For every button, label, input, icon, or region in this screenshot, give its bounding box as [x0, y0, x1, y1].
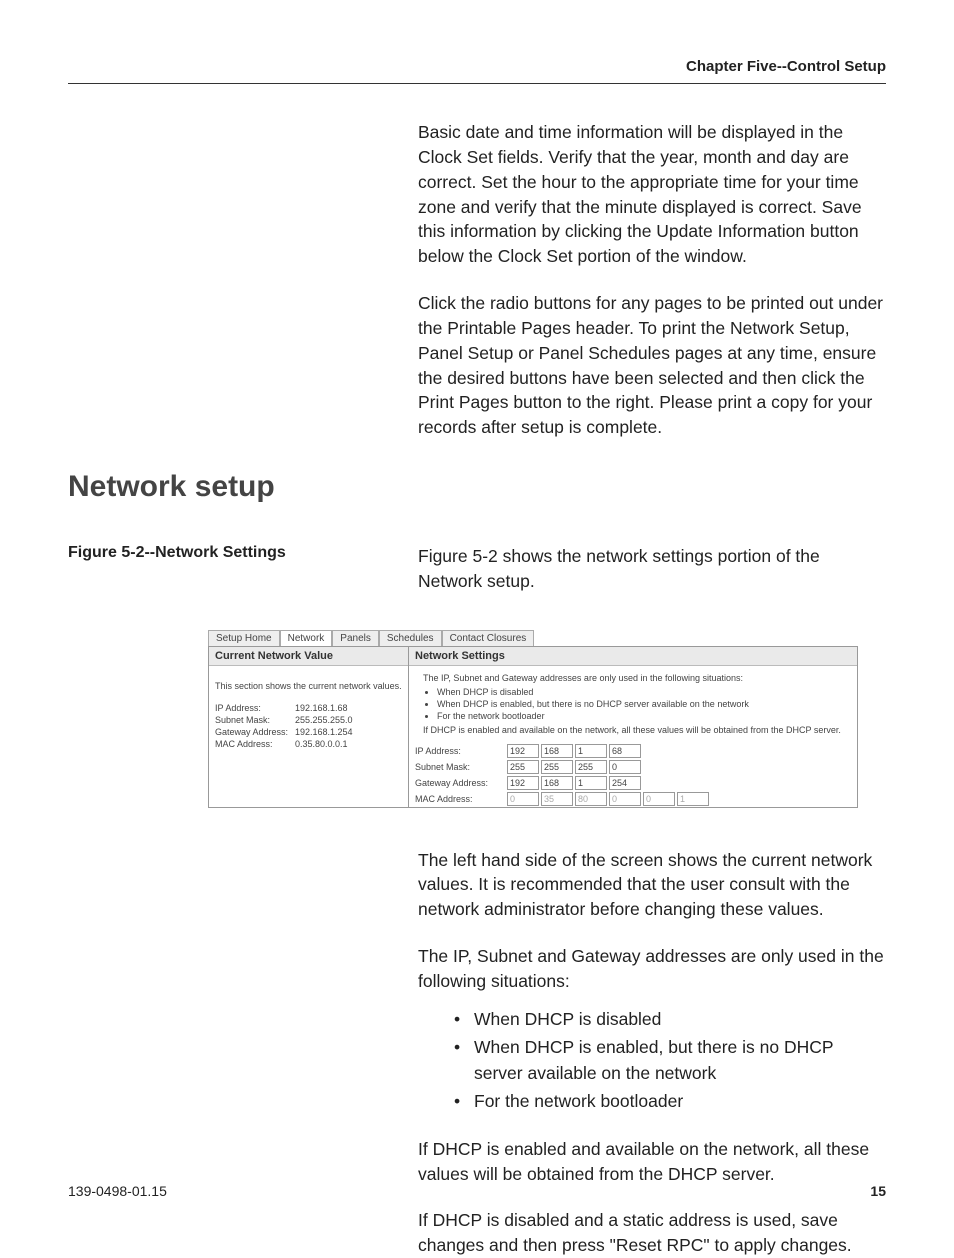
- mac-octet-input: 0: [609, 792, 641, 806]
- panel-right-note: The IP, Subnet and Gateway addresses are…: [409, 666, 857, 743]
- mac-octet-input: 0: [643, 792, 675, 806]
- current-subnet-row: Subnet Mask:255.255.255.0: [209, 714, 408, 726]
- panel-right-note-item: When DHCP is enabled, but there is no DH…: [437, 698, 849, 710]
- intro-paragraph-1: Basic date and time information will be …: [418, 120, 886, 269]
- list-item: When DHCP is enabled, but there is no DH…: [454, 1034, 886, 1087]
- list-item: For the network bootloader: [454, 1088, 886, 1114]
- dhcp-situations-list: When DHCP is disabled When DHCP is enabl…: [454, 1006, 886, 1115]
- setting-ip-row: IP Address: 192 168 1 68: [409, 743, 857, 759]
- screenshot-tabs: Setup Home Network Panels Schedules Cont…: [208, 630, 858, 646]
- after-paragraph-3: If DHCP is enabled and available on the …: [418, 1137, 886, 1187]
- gateway-octet-input[interactable]: 168: [541, 776, 573, 790]
- subnet-octet-input[interactable]: 0: [609, 760, 641, 774]
- panel-network-settings: Network Settings The IP, Subnet and Gate…: [409, 647, 857, 807]
- mac-octet-input: 1: [677, 792, 709, 806]
- panel-right-title: Network Settings: [409, 647, 857, 666]
- footer-docnum: 139-0498-01.15: [68, 1183, 167, 1199]
- mac-octet-input: 35: [541, 792, 573, 806]
- mac-octet-input: 0: [507, 792, 539, 806]
- figure-caption: Figure 5-2 shows the network settings po…: [418, 544, 886, 594]
- after-paragraph-1: The left hand side of the screen shows t…: [418, 848, 886, 923]
- current-gateway-row: Gateway Address:192.168.1.254: [209, 726, 408, 738]
- running-header: Chapter Five--Control Setup: [68, 58, 886, 75]
- after-paragraph-2: The IP, Subnet and Gateway addresses are…: [418, 944, 886, 994]
- tab-panels[interactable]: Panels: [332, 630, 379, 646]
- panel-left-note: This section shows the current network v…: [209, 666, 408, 702]
- tab-network[interactable]: Network: [280, 630, 333, 646]
- ip-octet-input[interactable]: 168: [541, 744, 573, 758]
- gateway-octet-input[interactable]: 254: [609, 776, 641, 790]
- tab-contact-closures[interactable]: Contact Closures: [442, 630, 535, 646]
- screenshot-network-settings: Setup Home Network Panels Schedules Cont…: [208, 630, 858, 808]
- panel-right-note-item: For the network bootloader: [437, 710, 849, 722]
- current-mac-row: MAC Address:0.35.80.0.0.1: [209, 738, 408, 750]
- subnet-octet-input[interactable]: 255: [575, 760, 607, 774]
- section-heading-network-setup: Network setup: [68, 470, 886, 504]
- subnet-octet-input[interactable]: 255: [541, 760, 573, 774]
- panel-right-note-lead: The IP, Subnet and Gateway addresses are…: [423, 673, 743, 683]
- subnet-octet-input[interactable]: 255: [507, 760, 539, 774]
- tab-setup-home[interactable]: Setup Home: [208, 630, 280, 646]
- figure-label: Figure 5-2--Network Settings: [68, 544, 418, 562]
- page-footer: 139-0498-01.15 15: [68, 1183, 886, 1199]
- setting-subnet-row: Subnet Mask: 255 255 255 0: [409, 759, 857, 775]
- current-ip-row: IP Address:192.168.1.68: [209, 702, 408, 714]
- footer-page-number: 15: [870, 1183, 886, 1199]
- panel-left-title: Current Network Value: [209, 647, 408, 666]
- mac-octet-input: 80: [575, 792, 607, 806]
- ip-octet-input[interactable]: 192: [507, 744, 539, 758]
- panel-right-note-item: When DHCP is disabled: [437, 686, 849, 698]
- panel-right-note-tail: If DHCP is enabled and available on the …: [423, 725, 841, 735]
- list-item: When DHCP is disabled: [454, 1006, 886, 1032]
- ip-octet-input[interactable]: 68: [609, 744, 641, 758]
- panel-current-network-value: Current Network Value This section shows…: [209, 647, 409, 807]
- gateway-octet-input[interactable]: 192: [507, 776, 539, 790]
- header-rule: [68, 83, 886, 84]
- intro-paragraph-2: Click the radio buttons for any pages to…: [418, 291, 886, 440]
- after-paragraph-4: If DHCP is disabled and a static address…: [418, 1208, 886, 1258]
- tab-schedules[interactable]: Schedules: [379, 630, 442, 646]
- ip-octet-input[interactable]: 1: [575, 744, 607, 758]
- setting-gateway-row: Gateway Address: 192 168 1 254: [409, 775, 857, 791]
- setting-mac-row: MAC Address: 0 35 80 0 0 1: [409, 791, 857, 807]
- gateway-octet-input[interactable]: 1: [575, 776, 607, 790]
